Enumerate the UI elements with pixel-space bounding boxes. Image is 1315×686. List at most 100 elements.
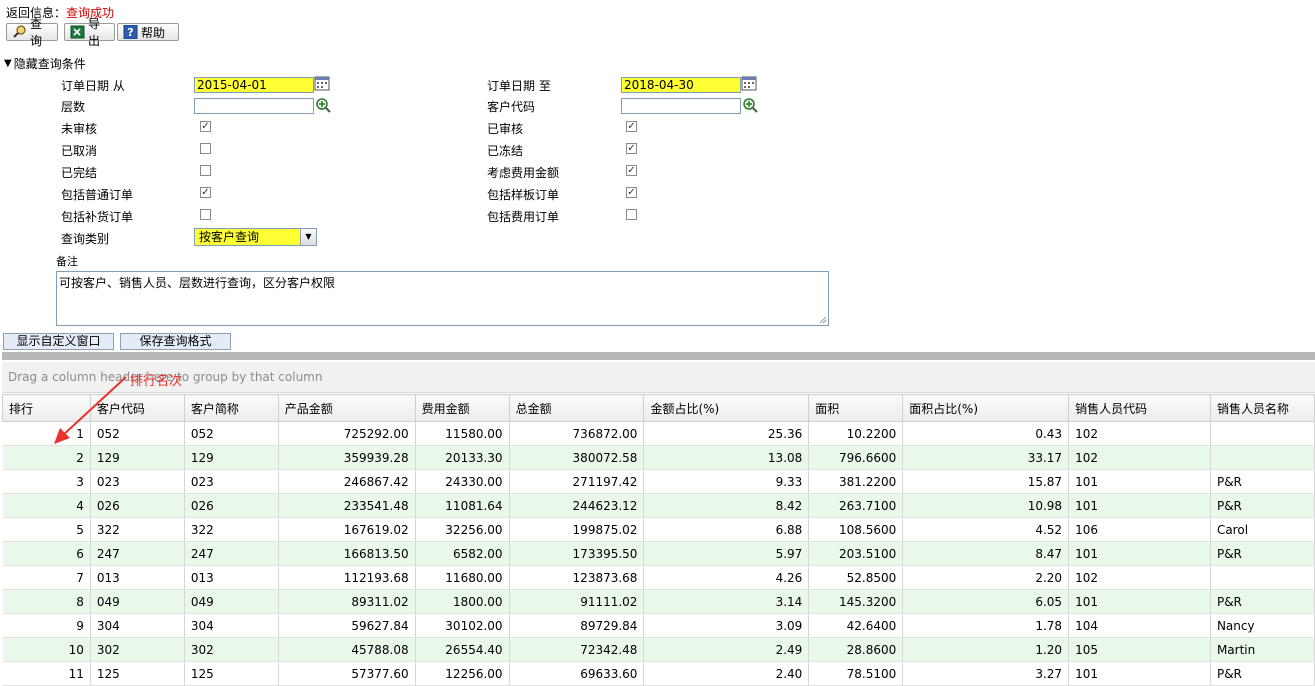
table-cell: 13.08 xyxy=(643,445,810,470)
table-cell: 102 xyxy=(1068,565,1211,590)
table-cell: 101 xyxy=(1068,469,1211,494)
column-header[interactable]: 销售人员名称 xyxy=(1209,394,1315,422)
column-header[interactable]: 总金额 xyxy=(508,394,645,422)
table-cell: 049 xyxy=(90,589,185,614)
search-icon xyxy=(12,25,27,39)
group-by-panel[interactable]: Drag a column header here to group by th… xyxy=(2,362,1315,393)
table-row[interactable]: 8 049 049 89311.02 1800.00 91111.02 3.14 145.32… xyxy=(2,589,1315,614)
table-cell: 6.88 xyxy=(643,517,810,542)
column-header[interactable]: 面积 xyxy=(808,394,904,422)
table-cell: 12256.00 xyxy=(415,661,510,686)
table-cell: 6 xyxy=(2,541,91,566)
table-row[interactable]: 2 129 129 359939.28 20133.30 380072.58 13.08 79… xyxy=(2,445,1315,470)
check-label: 包括样板订单 xyxy=(487,188,560,202)
table-cell: 25.36 xyxy=(643,421,810,446)
save-query-format-button[interactable]: 保存查询格式 xyxy=(120,333,231,350)
table-cell: 69633.60 xyxy=(509,661,645,686)
table-cell: 380072.58 xyxy=(509,445,645,470)
table-cell: 013 xyxy=(90,565,185,590)
table-cell: 247 xyxy=(184,541,279,566)
column-header[interactable]: 销售人员代码 xyxy=(1068,394,1211,422)
table-cell: 381.2200 xyxy=(808,469,904,494)
normal-order-checkbox[interactable]: ✓ xyxy=(200,187,211,198)
table-cell: 304 xyxy=(90,613,185,638)
table-row[interactable]: 7 013 013 112193.68 11680.00 123873.68 4.26 52.… xyxy=(2,565,1315,590)
table-cell: 1800.00 xyxy=(415,589,510,614)
table-cell: 101 xyxy=(1068,661,1211,686)
table-row[interactable]: 3 023 023 246867.42 24330.00 271197.42 9.33 381… xyxy=(2,469,1315,494)
customer-code-input[interactable] xyxy=(621,98,741,114)
show-custom-window-button[interactable]: 显示自定义窗口 xyxy=(3,333,114,350)
column-header[interactable]: 客户代码 xyxy=(89,394,185,422)
table-row[interactable]: 6 247 247 166813.50 6582.00 173395.50 5.97 203.… xyxy=(2,541,1315,566)
query-button[interactable]: 查询 xyxy=(6,17,58,48)
frozen-checkbox[interactable]: ✓ xyxy=(626,143,637,154)
column-header[interactable]: 面积占比(%) xyxy=(902,394,1070,422)
table-row[interactable]: 9 304 304 59627.84 30102.00 89729.84 3.09 42.64… xyxy=(2,613,1315,638)
hide-conditions-toggle[interactable]: ▼ 隐藏查询条件 xyxy=(4,55,86,72)
replenish-order-checkbox[interactable] xyxy=(200,209,211,220)
splitter-bar[interactable] xyxy=(2,352,1315,360)
column-header[interactable]: 金额占比(%) xyxy=(643,394,810,422)
table-cell: 013 xyxy=(184,565,279,590)
column-header[interactable]: 费用金额 xyxy=(414,394,510,422)
table-cell: 3 xyxy=(2,469,91,494)
export-button[interactable]: 导出 xyxy=(64,17,115,48)
audited-checkbox[interactable]: ✓ xyxy=(626,121,637,132)
column-header[interactable]: 客户简称 xyxy=(183,394,279,422)
lookup-icon[interactable] xyxy=(315,97,331,113)
sample-order-checkbox[interactable]: ✓ xyxy=(626,187,637,198)
table-cell: 101 xyxy=(1068,589,1211,614)
table-header-row: 排行 客户代码 客户简称 产品金额 费用金额 总金额 金额占比(%) 面积 面积占比(%) 销售人… xyxy=(2,394,1315,422)
table-cell: 11580.00 xyxy=(415,421,510,446)
table-row[interactable]: 11 125 125 57377.60 12256.00 69633.60 2.40 78.5… xyxy=(2,661,1315,686)
level-input[interactable] xyxy=(194,98,314,114)
calendar-icon[interactable] xyxy=(314,75,330,91)
remark-textarea[interactable]: 可按客户、销售人员、层数进行查询，区分客户权限 xyxy=(56,271,829,326)
svg-text:?: ? xyxy=(127,26,133,39)
calendar-icon[interactable] xyxy=(741,75,757,91)
table-cell: 3.09 xyxy=(643,613,810,638)
table-cell: 052 xyxy=(184,421,279,446)
query-type-value: 按客户查询 xyxy=(199,230,260,244)
table-cell: 166813.50 xyxy=(278,541,416,566)
table-cell: 105 xyxy=(1068,637,1211,662)
query-type-label: 查询类别 xyxy=(61,232,110,246)
table-cell: 244623.12 xyxy=(509,493,645,518)
table-cell: 11 xyxy=(2,661,91,686)
cancelled-checkbox[interactable] xyxy=(200,143,211,154)
date-to-input[interactable]: 2018-04-30 xyxy=(621,77,741,93)
table-cell: 11680.00 xyxy=(415,565,510,590)
table-cell: 112193.68 xyxy=(278,565,416,590)
date-from-input[interactable]: 2015-04-01 xyxy=(194,77,314,93)
table-cell: 246867.42 xyxy=(278,469,416,494)
help-button[interactable]: ? 帮助 xyxy=(117,23,179,41)
resize-grip-icon[interactable] xyxy=(819,316,827,324)
table-cell: 167619.02 xyxy=(278,517,416,542)
table-cell: 049 xyxy=(184,589,279,614)
table-cell: 4.52 xyxy=(902,517,1070,542)
table-row[interactable]: 1 052 052 725292.00 11580.00 736872.00 25.36 10… xyxy=(2,421,1315,446)
table-cell: P&R xyxy=(1210,589,1315,614)
table-cell: 28.8600 xyxy=(808,637,904,662)
consider-fee-checkbox[interactable]: ✓ xyxy=(626,165,637,176)
check-label: 未审核 xyxy=(61,122,98,136)
table-row[interactable]: 5 322 322 167619.02 32256.00 199875.02 6.88 108… xyxy=(2,517,1315,542)
table-cell: 7 xyxy=(2,565,91,590)
dropdown-arrow-icon[interactable]: ▼ xyxy=(300,229,316,245)
table-cell: 15.87 xyxy=(902,469,1070,494)
table-cell: 123873.68 xyxy=(509,565,645,590)
unaudited-checkbox[interactable]: ✓ xyxy=(200,121,211,132)
table-row[interactable]: 10 302 302 45788.08 26554.40 72342.48 2.49 28.8… xyxy=(2,637,1315,662)
table-cell: 359939.28 xyxy=(278,445,416,470)
table-cell: 45788.08 xyxy=(278,637,416,662)
fee-order-checkbox[interactable] xyxy=(626,209,637,220)
table-cell: 78.5100 xyxy=(808,661,904,686)
lookup-icon[interactable] xyxy=(742,97,758,113)
query-type-select[interactable]: 按客户查询 ▼ xyxy=(194,228,317,246)
completed-checkbox[interactable] xyxy=(200,165,211,176)
column-header[interactable]: 排行 xyxy=(2,394,91,422)
table-cell: 4.26 xyxy=(643,565,810,590)
column-header[interactable]: 产品金额 xyxy=(277,394,416,422)
table-row[interactable]: 4 026 026 233541.48 11081.64 244623.12 8.42 263… xyxy=(2,493,1315,518)
